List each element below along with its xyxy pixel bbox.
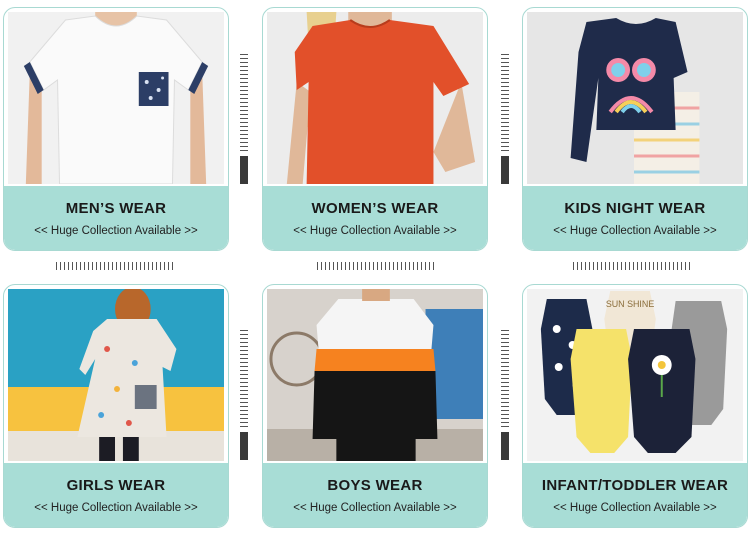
- category-title[interactable]: MEN’S WEAR: [4, 200, 228, 217]
- vertical-divider: [501, 54, 509, 184]
- category-subtitle[interactable]: << Huge Collection Available >>: [523, 502, 747, 514]
- horizontal-divider-right: [573, 262, 693, 270]
- category-subtitle[interactable]: << Huge Collection Available >>: [4, 225, 228, 237]
- category-card-girls-wear[interactable]: GIRLS WEAR << Huge Collection Available …: [3, 284, 229, 528]
- divider-ticks: [501, 330, 509, 430]
- category-title[interactable]: KIDS NIGHT WEAR: [523, 200, 747, 217]
- vertical-divider: [240, 330, 248, 460]
- category-card-boys-wear[interactable]: BOYS WEAR << Huge Collection Available >…: [262, 284, 488, 528]
- divider-block: [501, 156, 509, 184]
- divider-ticks: [240, 54, 248, 154]
- womens-wear-image[interactable]: [267, 12, 483, 184]
- divider-block: [240, 156, 248, 184]
- category-title[interactable]: GIRLS WEAR: [4, 477, 228, 494]
- divider-ticks: [501, 54, 509, 154]
- category-card-infant-toddler-wear[interactable]: SUN SHINE INFANT/TODDLER WEAR << Huge Co…: [522, 284, 748, 528]
- horizontal-divider-left: [56, 262, 176, 270]
- caption-bar: MEN’S WEAR << Huge Collection Available …: [4, 186, 228, 250]
- caption-bar: KIDS NIGHT WEAR << Huge Collection Avail…: [523, 186, 747, 250]
- category-title[interactable]: WOMEN’S WEAR: [263, 200, 487, 217]
- category-card-mens-wear[interactable]: MEN’S WEAR << Huge Collection Available …: [3, 7, 229, 251]
- horizontal-divider-center: [317, 262, 437, 270]
- category-card-kids-night-wear[interactable]: KIDS NIGHT WEAR << Huge Collection Avail…: [522, 7, 748, 251]
- caption-bar: WOMEN’S WEAR << Huge Collection Availabl…: [263, 186, 487, 250]
- category-subtitle[interactable]: << Huge Collection Available >>: [4, 502, 228, 514]
- caption-bar: INFANT/TODDLER WEAR << Huge Collection A…: [523, 463, 747, 527]
- vertical-divider: [501, 330, 509, 460]
- category-title[interactable]: BOYS WEAR: [263, 477, 487, 494]
- divider-block: [501, 432, 509, 460]
- divider-block: [240, 432, 248, 460]
- kids-night-wear-image[interactable]: [527, 12, 743, 184]
- boys-wear-image[interactable]: [267, 289, 483, 461]
- divider-ticks: [240, 330, 248, 430]
- caption-bar: BOYS WEAR << Huge Collection Available >…: [263, 463, 487, 527]
- category-subtitle[interactable]: << Huge Collection Available >>: [263, 502, 487, 514]
- category-title[interactable]: INFANT/TODDLER WEAR: [523, 477, 747, 494]
- girls-wear-image[interactable]: [8, 289, 224, 461]
- category-subtitle[interactable]: << Huge Collection Available >>: [523, 225, 747, 237]
- category-subtitle[interactable]: << Huge Collection Available >>: [263, 225, 487, 237]
- sun-shine-print: SUN SHINE: [606, 299, 654, 309]
- mens-wear-image[interactable]: [8, 12, 224, 184]
- category-card-womens-wear[interactable]: WOMEN’S WEAR << Huge Collection Availabl…: [262, 7, 488, 251]
- vertical-divider: [240, 54, 248, 184]
- infant-toddler-wear-image[interactable]: SUN SHINE: [527, 289, 743, 461]
- caption-bar: GIRLS WEAR << Huge Collection Available …: [4, 463, 228, 527]
